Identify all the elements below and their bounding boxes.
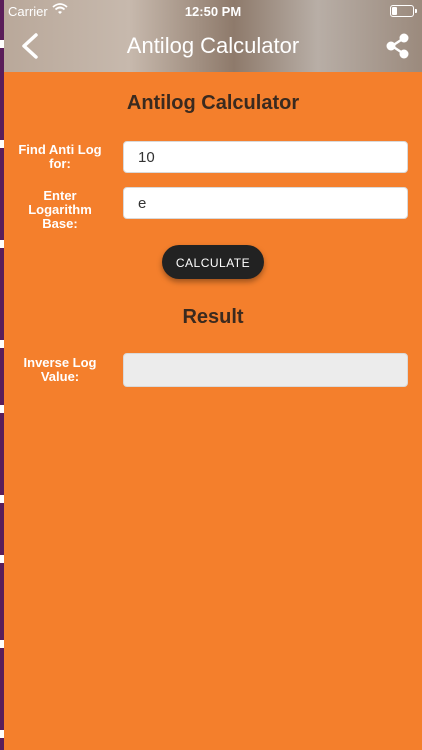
form-heading: Antilog Calculator bbox=[126, 92, 300, 114]
inverse-log-output[interactable] bbox=[123, 353, 408, 387]
share-button[interactable] bbox=[384, 32, 412, 60]
battery-icon bbox=[390, 5, 417, 17]
status-bar: Carrier 12:50 PM bbox=[4, 0, 422, 22]
nav-title: Antilog Calculator bbox=[126, 33, 300, 58]
antilog-label: Find Anti Log for: bbox=[18, 142, 102, 171]
nav-header: Carrier 12:50 PM Antilog Calculator bbox=[4, 0, 422, 72]
base-label: Enter Logarithm Base: bbox=[28, 188, 92, 231]
base-input[interactable] bbox=[123, 187, 408, 219]
share-icon bbox=[386, 33, 409, 59]
inverse-log-label: Inverse Log Value: bbox=[23, 355, 97, 384]
antilog-input[interactable] bbox=[123, 141, 408, 173]
calculate-button[interactable]: CALCULATE bbox=[162, 245, 264, 279]
app-screen: Carrier 12:50 PM Antilog Calculator Anti… bbox=[4, 0, 422, 750]
status-time: 12:50 PM bbox=[184, 4, 242, 19]
result-heading: Result bbox=[182, 306, 244, 328]
